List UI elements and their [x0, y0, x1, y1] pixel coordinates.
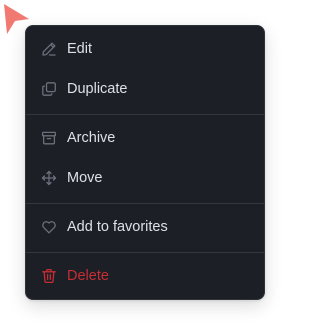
menu-item-label: Move [67, 170, 103, 186]
menu-item-duplicate[interactable]: Duplicate [26, 69, 264, 109]
menu-item-edit[interactable]: Edit [26, 29, 264, 69]
trash-icon [41, 268, 57, 284]
menu-item-label: Edit [67, 41, 92, 57]
stage: Edit Duplicate Archive Move Add to favor… [0, 0, 283, 336]
heart-icon [41, 219, 57, 235]
menu-divider [26, 203, 264, 204]
menu-item-archive[interactable]: Archive [26, 118, 264, 158]
menu-item-delete[interactable]: Delete [26, 256, 264, 296]
archive-box-icon [41, 130, 57, 146]
menu-item-move[interactable]: Move [26, 158, 264, 198]
menu-item-label: Add to favorites [67, 219, 168, 235]
context-menu: Edit Duplicate Archive Move Add to favor… [25, 25, 265, 300]
menu-item-label: Archive [67, 130, 116, 146]
copy-icon [41, 81, 57, 97]
pencil-icon [41, 41, 57, 57]
menu-divider [26, 114, 264, 115]
move-arrows-icon [41, 170, 57, 186]
menu-item-add-to-favorites[interactable]: Add to favorites [26, 207, 264, 247]
menu-item-label: Delete [67, 268, 109, 284]
menu-divider [26, 252, 264, 253]
menu-item-label: Duplicate [67, 81, 128, 97]
